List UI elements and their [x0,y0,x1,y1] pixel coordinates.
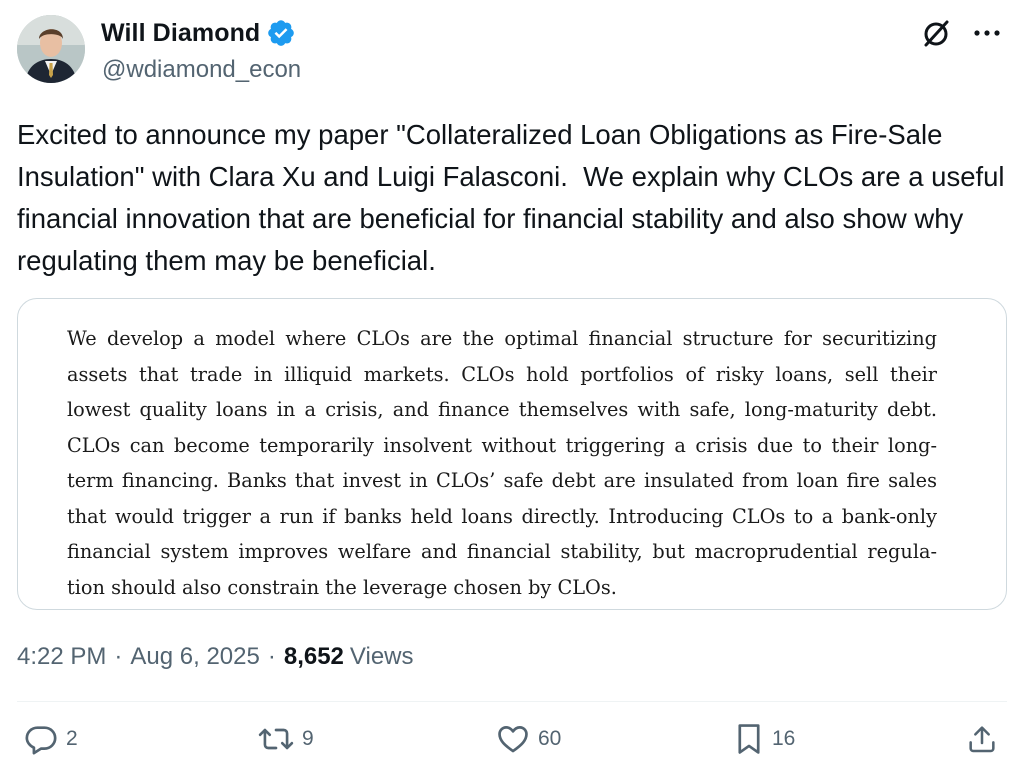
abstract-line: CLOs can become temporarily insolvent wi… [67,433,937,457]
more-icon[interactable] [973,18,1001,48]
abstract-text: We develop a model where CLOs are the op… [67,321,937,605]
tweet-time[interactable]: 4:22 PM [17,643,106,671]
repost-count: 9 [302,727,314,750]
bookmark-count: 16 [772,727,796,750]
tweet-meta: 4:22 PM · Aug 6, 2025 · 8,652 Views [17,643,414,671]
author-display-name[interactable]: Will Diamond [101,19,260,48]
avatar[interactable] [17,15,85,83]
author-handle[interactable]: @wdiamond_econ [102,56,301,84]
meta-separator: · [267,643,276,670]
grok-icon[interactable] [921,18,951,48]
like-button[interactable]: 60 [496,722,561,756]
header-actions [921,18,1001,48]
abstract-line: We develop a model where CLOs are the op… [67,327,937,350]
tweet-media-image[interactable]: We develop a model where CLOs are the op… [17,298,1007,610]
repost-icon [258,728,294,750]
tweet-date[interactable]: Aug 6, 2025 [130,643,259,671]
reply-icon [25,726,57,755]
abstract-line: assets that trade in illiquid markets. C… [67,362,937,386]
share-button[interactable] [966,722,998,756]
abstract-line: financial system improves welfare and fi… [67,540,937,563]
share-icon [969,726,995,753]
bookmark-button[interactable]: 16 [734,722,795,756]
repost-button[interactable]: 9 [258,722,314,756]
abstract-line: lowest quality loans in a crisis, and fi… [67,398,937,421]
heart-icon [498,726,528,753]
reply-count: 2 [66,727,78,750]
author-name-row[interactable]: Will Diamond [101,18,296,48]
abstract-line: that would trigger a run if banks held l… [67,504,937,528]
avatar-image [17,15,85,83]
views-count[interactable]: 8,652 [284,643,344,671]
action-bar: 2 9 60 16 [0,722,1015,768]
tweet-text: Excited to announce my paper "Collateral… [17,119,1013,276]
bookmark-icon [738,724,760,754]
reply-button[interactable]: 2 [24,722,78,756]
like-count: 60 [538,727,562,750]
divider [17,701,1007,702]
meta-separator: · [114,643,123,670]
abstract-line: term financing. Banks that invest in CLO… [67,469,937,492]
abstract-line: tion should also constrain the leverage … [67,575,617,599]
verified-badge-icon[interactable] [266,18,296,48]
views-label[interactable]: Views [350,643,414,671]
